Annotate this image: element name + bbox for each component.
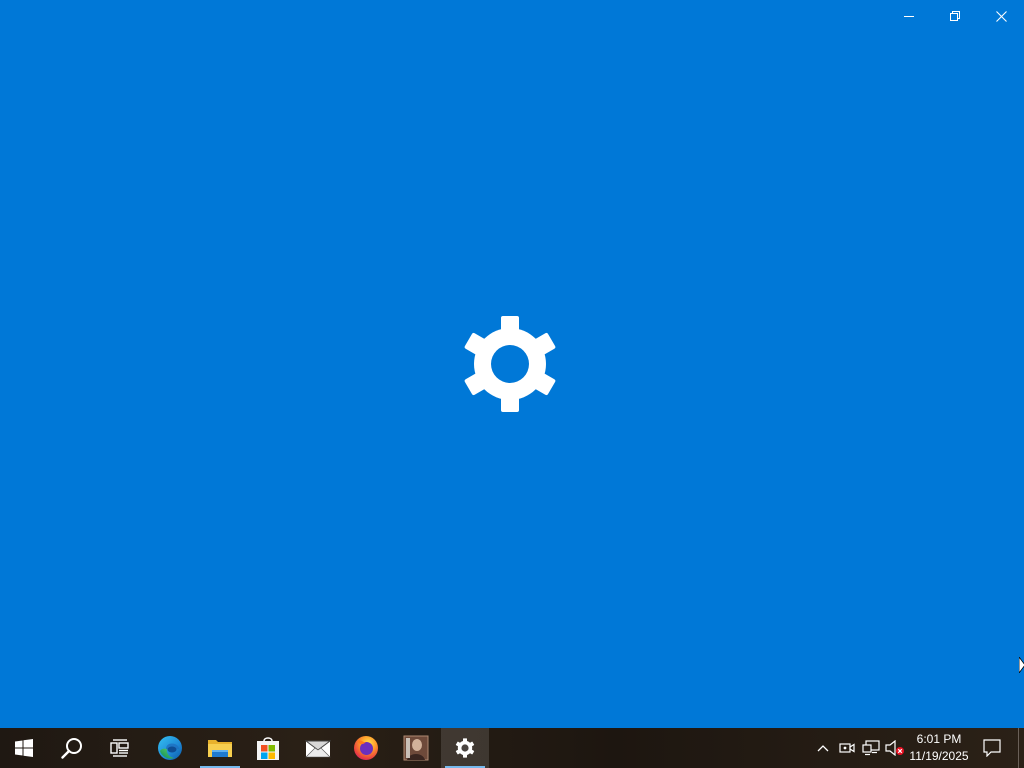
start-button[interactable] bbox=[0, 728, 48, 768]
folder-icon bbox=[208, 740, 232, 757]
close-icon bbox=[995, 10, 1007, 22]
action-center-button[interactable] bbox=[976, 728, 1008, 768]
network-button[interactable] bbox=[860, 728, 882, 768]
photo-thumbnail-icon bbox=[403, 735, 429, 761]
file-explorer-button[interactable] bbox=[196, 728, 244, 768]
clock[interactable]: 6:01 PM 11/19/2025 bbox=[904, 728, 974, 768]
notification-icon bbox=[983, 739, 1001, 757]
chevron-up-icon bbox=[817, 745, 829, 752]
minimize-button[interactable] bbox=[886, 0, 932, 32]
mail-icon bbox=[305, 740, 331, 758]
search-icon bbox=[61, 738, 82, 759]
task-view-icon bbox=[110, 739, 129, 757]
store-button[interactable] bbox=[244, 728, 292, 768]
show-hidden-icons-button[interactable] bbox=[812, 728, 834, 768]
mouse-cursor-icon bbox=[1019, 657, 1024, 673]
task-view-button[interactable] bbox=[96, 728, 144, 768]
edge-icon bbox=[158, 736, 182, 760]
meet-now-button[interactable] bbox=[836, 728, 858, 768]
windows-logo-icon bbox=[15, 739, 33, 757]
firefox-button[interactable] bbox=[342, 728, 390, 768]
store-icon bbox=[257, 737, 279, 760]
clock-time: 6:01 PM bbox=[916, 732, 962, 746]
meet-now-icon bbox=[839, 743, 855, 753]
restore-icon bbox=[950, 11, 960, 21]
search-button[interactable] bbox=[48, 728, 96, 768]
network-icon bbox=[862, 740, 880, 756]
show-desktop-button[interactable] bbox=[1018, 728, 1024, 768]
minimize-icon bbox=[904, 16, 914, 17]
firefox-icon bbox=[354, 736, 378, 760]
taskbar: 6:01 PM 11/19/2025 bbox=[0, 728, 1024, 768]
restore-button[interactable] bbox=[932, 0, 978, 32]
settings-splash-window bbox=[0, 0, 1024, 728]
close-button[interactable] bbox=[978, 0, 1024, 32]
gear-icon bbox=[455, 738, 475, 758]
mail-button[interactable] bbox=[294, 728, 342, 768]
clock-date: 11/19/2025 bbox=[909, 749, 969, 763]
photo-app-button[interactable] bbox=[392, 728, 440, 768]
volume-button[interactable] bbox=[884, 728, 906, 768]
settings-gear-icon bbox=[464, 316, 556, 412]
settings-button[interactable] bbox=[441, 728, 489, 768]
volume-muted-icon bbox=[885, 740, 904, 756]
edge-button[interactable] bbox=[146, 728, 194, 768]
